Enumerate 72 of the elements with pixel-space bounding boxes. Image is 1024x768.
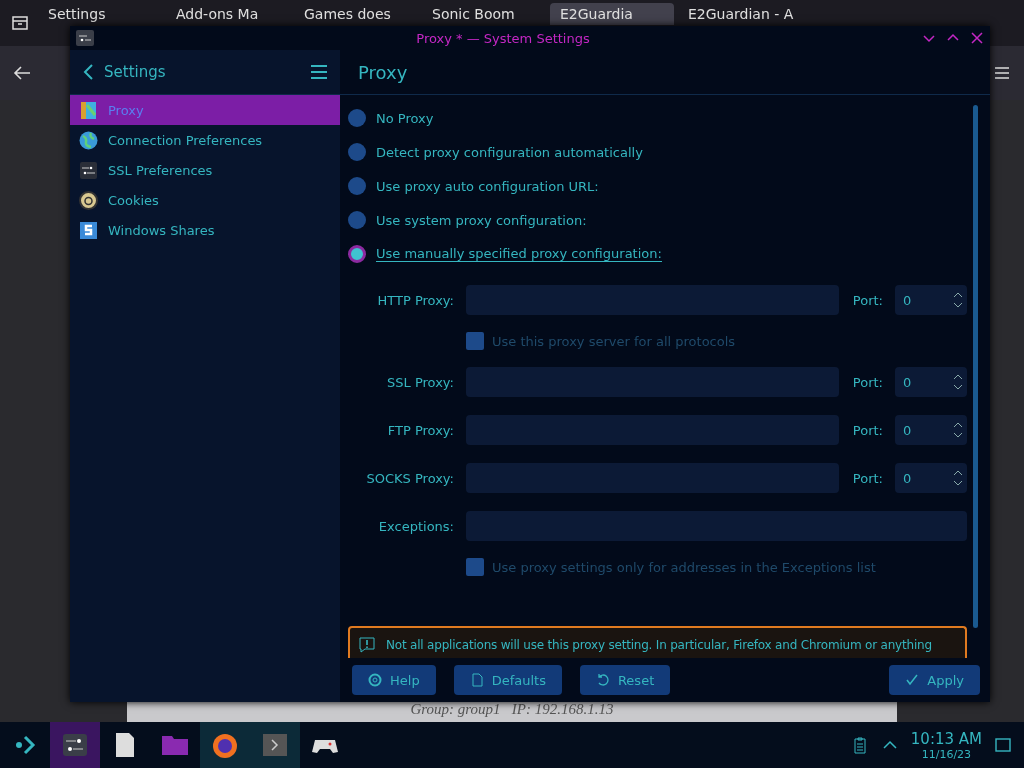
proxy-icon bbox=[79, 100, 98, 120]
port-label: Port: bbox=[851, 374, 883, 390]
clock[interactable]: 10:13 AM 11/16/23 bbox=[910, 729, 982, 761]
proxy-input-field[interactable] bbox=[466, 285, 839, 315]
back-button[interactable]: Settings bbox=[82, 63, 300, 81]
radio-label[interactable]: Use system proxy configuration: bbox=[376, 212, 587, 228]
sidebar-item[interactable]: Connection Preferences bbox=[70, 125, 340, 155]
radio-label[interactable]: No Proxy bbox=[376, 110, 434, 126]
port-spinbox[interactable]: 0 bbox=[895, 285, 967, 315]
proxy-input-field[interactable] bbox=[466, 367, 839, 397]
spin-arrows-icon bbox=[953, 372, 963, 392]
menu-icon[interactable] bbox=[310, 64, 328, 80]
spin-arrows-icon bbox=[953, 468, 963, 488]
checkmark-icon bbox=[905, 673, 920, 687]
defaults-button[interactable]: Defaults bbox=[453, 665, 562, 695]
radio-button[interactable] bbox=[348, 177, 366, 195]
terminal-icon bbox=[79, 160, 98, 180]
exceptions-input-field[interactable] bbox=[466, 511, 967, 541]
window-title: Proxy * — System Settings bbox=[415, 30, 591, 46]
page-text: Group: group1 IP: 192.168.1.13 bbox=[410, 701, 614, 719]
port-spinbox[interactable]: 0 bbox=[895, 367, 967, 397]
radio-label[interactable]: Detect proxy configuration automatically bbox=[376, 144, 643, 160]
field-label: HTTP Proxy: bbox=[376, 292, 454, 308]
checkbox-label: Use this proxy server for all protocols bbox=[492, 333, 736, 349]
sidebar-item[interactable]: SSL Preferences bbox=[70, 155, 340, 185]
browser-tab[interactable]: Games does bbox=[294, 3, 418, 25]
radio-button[interactable] bbox=[348, 211, 366, 229]
scrollbar[interactable] bbox=[973, 105, 978, 628]
radio-button[interactable] bbox=[348, 143, 366, 161]
chevron-left-icon bbox=[82, 63, 94, 81]
radio-button[interactable] bbox=[348, 245, 366, 263]
undo-icon bbox=[595, 673, 610, 687]
proxy-input-field[interactable] bbox=[466, 463, 839, 493]
browser-tab[interactable]: Sonic Boom bbox=[422, 3, 546, 25]
browser-tab[interactable]: E2Guardia bbox=[550, 3, 674, 25]
terminal-icon[interactable] bbox=[261, 731, 289, 759]
lifebuoy-icon bbox=[368, 673, 382, 687]
browser-tab[interactable]: E2Guardian - A bbox=[678, 3, 802, 25]
globe-icon bbox=[79, 130, 98, 150]
sidebar-item[interactable]: Windows Shares bbox=[70, 215, 340, 245]
sidebar-item[interactable]: Cookies bbox=[70, 185, 340, 215]
radio-button[interactable] bbox=[348, 109, 366, 127]
warning-text: Not all applications will use this proxy setting. In particular, Firefox and Chromium or anything bbox=[386, 638, 932, 652]
radio-label[interactable]: Use proxy auto configuration URL: bbox=[376, 178, 599, 194]
apply-button[interactable]: Apply bbox=[889, 665, 980, 695]
reset-button[interactable]: Reset bbox=[579, 665, 671, 695]
browser-icon[interactable] bbox=[211, 731, 239, 759]
warning-icon bbox=[358, 636, 376, 654]
folder-share-icon bbox=[79, 220, 98, 240]
spin-arrows-icon bbox=[953, 420, 963, 440]
help-button[interactable]: Help bbox=[352, 665, 436, 695]
port-label: Port: bbox=[851, 292, 883, 308]
checkbox-label: Use proxy settings only for addresses in the Exceptions list bbox=[492, 559, 876, 575]
app-icon bbox=[76, 30, 94, 46]
field-label: SSL Proxy: bbox=[386, 374, 454, 390]
field-label: FTP Proxy: bbox=[386, 422, 454, 438]
proxy-input-field[interactable] bbox=[466, 415, 839, 445]
field-label: Exceptions: bbox=[377, 518, 454, 534]
desktop-icon[interactable] bbox=[994, 736, 1012, 754]
spin-arrows-icon bbox=[953, 290, 963, 310]
port-label: Port: bbox=[851, 422, 883, 438]
port-spinbox[interactable]: 0 bbox=[895, 415, 967, 445]
port-label: Port: bbox=[851, 470, 883, 486]
page-title: Proxy bbox=[340, 50, 990, 95]
close-icon[interactable] bbox=[970, 31, 984, 45]
browser-tab[interactable]: Settings bbox=[38, 3, 162, 25]
field-label: SOCKS Proxy: bbox=[365, 470, 454, 486]
radio-label[interactable]: Use manually specified proxy configuration: bbox=[376, 246, 662, 262]
settings-app-icon[interactable] bbox=[61, 731, 89, 759]
document-icon bbox=[469, 673, 484, 687]
browser-tab[interactable]: Add-ons Ma bbox=[166, 3, 290, 25]
port-spinbox[interactable]: 0 bbox=[895, 463, 967, 493]
